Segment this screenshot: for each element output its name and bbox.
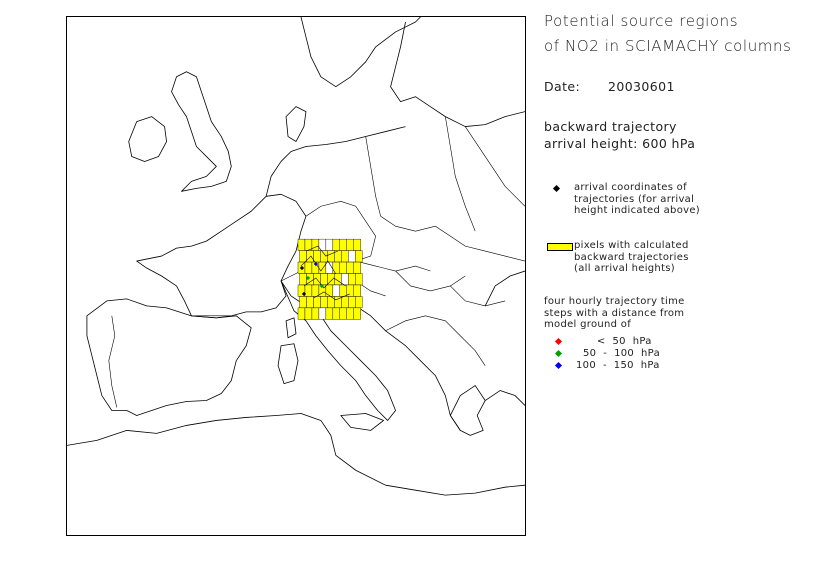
coastline-sicily <box>340 413 385 431</box>
trajectory-pixel <box>332 238 341 251</box>
trajectory-pixel <box>325 238 334 251</box>
coastline-north-africa <box>67 413 525 496</box>
trajectory-pixel <box>339 261 347 274</box>
trajectory-pixel <box>299 296 307 309</box>
trajectory-pixel <box>339 284 347 297</box>
trajectory-pixel <box>320 250 328 263</box>
trajectory-pixel <box>313 296 321 309</box>
trajectory-pixel <box>320 273 328 286</box>
trajectory-pixel <box>325 284 334 297</box>
blue-diamond-icon <box>554 361 563 370</box>
trajectory-pixel <box>355 273 363 286</box>
border-austria <box>355 260 431 272</box>
trajectory-pixel <box>332 307 341 320</box>
trajectory-pixel <box>306 296 314 309</box>
trajectory-pixel <box>353 238 361 251</box>
coastline-aegean <box>484 390 525 406</box>
arrival-marker-icon <box>552 184 561 193</box>
legend-panel: Potential source regions of NO2 in SCIAM… <box>542 12 807 392</box>
coastline-denmark <box>285 106 307 142</box>
border-baltic-states <box>445 116 476 232</box>
trajectory-pixel <box>299 273 307 286</box>
trajectory-pixel <box>299 250 307 263</box>
date-value: 20030601 <box>608 79 675 94</box>
steps-legend-text: four hourly trajectory time steps with a… <box>544 296 685 330</box>
trajectory-pixel <box>332 261 341 274</box>
trajectory-line-2: arrival height: 600 hPa <box>544 136 696 151</box>
coastline-black-sea <box>484 270 525 307</box>
trajectory-pixel <box>313 250 321 263</box>
trajectory-pixel <box>297 238 306 251</box>
trajectory-pixel <box>327 250 335 263</box>
range-label-3: 100 - 150 hPa <box>576 360 660 371</box>
trajectory-pixel <box>353 284 361 297</box>
trajectory-pixel <box>348 296 356 309</box>
border-portugal <box>108 315 118 408</box>
pixel-swatch-icon <box>547 243 573 251</box>
trajectory-pixel <box>311 284 320 297</box>
green-diamond-icon <box>554 349 563 358</box>
trajectory-pixel <box>355 250 363 263</box>
border-east <box>435 225 525 262</box>
trajectory-pixel <box>346 238 354 251</box>
trajectory-pixel <box>355 296 363 309</box>
border-poland <box>365 136 436 232</box>
date-label: Date: <box>544 79 581 94</box>
trajectory-pixel <box>346 261 354 274</box>
trajectory-pixel <box>348 250 356 263</box>
red-diamond-icon <box>554 337 563 346</box>
border-balkans <box>385 315 486 366</box>
trajectory-pixel <box>353 261 361 274</box>
trajectory-pixel <box>297 307 306 320</box>
coastline-scandinavia <box>300 17 421 88</box>
coastline-adriatic <box>355 305 461 431</box>
range-label-2: 50 - 100 hPa <box>576 348 660 359</box>
trajectory-pixel <box>348 273 356 286</box>
border-belarus <box>465 126 525 207</box>
coastline-ireland <box>128 116 167 162</box>
coastline-north-sea <box>265 126 406 197</box>
trajectory-pixel <box>341 250 349 263</box>
coastline-greece <box>449 385 486 436</box>
europe-map <box>67 17 525 496</box>
coastline-britain <box>171 71 232 192</box>
coastline-corsica <box>285 317 297 339</box>
trajectory-pixel <box>341 296 349 309</box>
trajectory-pixel <box>318 307 327 320</box>
trajectory-pixel <box>339 307 347 320</box>
trajectory-pixel <box>304 307 313 320</box>
pixels-legend-text: pixels with calculated backward trajecto… <box>574 240 689 274</box>
border-romania <box>450 285 506 307</box>
coastline-france <box>136 193 307 319</box>
trajectory-pixel <box>346 307 354 320</box>
coastline-baltic <box>390 21 525 127</box>
border-hungary <box>395 270 466 292</box>
trajectory-pixel <box>353 307 361 320</box>
trajectory-pixel <box>341 273 349 286</box>
trajectory-pixel <box>311 238 320 251</box>
trajectory-pixel <box>325 307 334 320</box>
trajectory-pixel <box>339 238 347 251</box>
title-line-1: Potential source regions <box>544 12 739 30</box>
range-label-1: < 50 hPa <box>576 336 652 347</box>
trajectory-pixel <box>304 261 313 274</box>
trajectory-line-1: backward trajectory <box>544 119 677 134</box>
trajectory-pixel <box>304 284 313 297</box>
trajectory-pixel <box>318 261 327 274</box>
map-frame <box>66 16 526 536</box>
arrival-legend-text: arrival coordinates of trajectories (for… <box>574 182 700 216</box>
trajectory-pixel <box>306 250 314 263</box>
trajectory-pixel <box>311 307 320 320</box>
coastline-sardinia <box>277 343 299 384</box>
title-line-2: of NO2 in SCIAMACHY columns <box>544 37 792 55</box>
trajectory-pixel <box>332 284 341 297</box>
trajectory-pixel <box>320 296 328 309</box>
